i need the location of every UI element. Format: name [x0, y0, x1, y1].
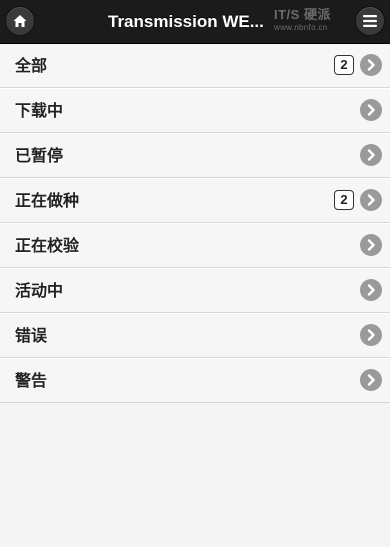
menu-button[interactable]: [355, 6, 385, 36]
list-item-label: 警告: [15, 371, 48, 390]
count-badge: 2: [334, 190, 354, 210]
list-item-warning[interactable]: 警告: [0, 358, 390, 403]
list-item-downloading[interactable]: 下载中: [0, 88, 390, 133]
list-item-all[interactable]: 全部 2: [0, 44, 390, 88]
chevron-right-icon: [360, 324, 382, 346]
list-item-seeding[interactable]: 正在做种 2: [0, 178, 390, 223]
count-badge: 2: [334, 55, 354, 75]
list-item-error[interactable]: 错误: [0, 313, 390, 358]
list-item-verifying[interactable]: 正在校验: [0, 223, 390, 268]
watermark-line2: www.nbnfo.cn: [274, 23, 328, 32]
list-item-label: 下载中: [15, 101, 64, 120]
home-button[interactable]: [5, 6, 35, 36]
chevron-right-icon: [360, 369, 382, 391]
chevron-right-icon: [360, 99, 382, 121]
list-item-label: 活动中: [15, 281, 64, 300]
list-item-label: 全部: [15, 56, 48, 75]
chevron-right-icon: [360, 234, 382, 256]
chevron-right-icon: [360, 279, 382, 301]
list-item-active[interactable]: 活动中: [0, 268, 390, 313]
watermark-line1: IT/S 硬派: [274, 7, 331, 22]
list-item-paused[interactable]: 已暂停: [0, 133, 390, 178]
page-title: Transmission WE...: [108, 12, 264, 31]
chevron-right-icon: [360, 144, 382, 166]
watermark: IT/S 硬派 www.nbnfo.cn: [274, 8, 354, 38]
list-item-label: 正在做种: [15, 191, 80, 210]
chevron-right-icon: [360, 54, 382, 76]
chevron-right-icon: [360, 189, 382, 211]
list-item-label: 已暂停: [15, 146, 64, 165]
home-icon: [12, 13, 28, 29]
header-bar: Transmission WE... IT/S 硬派 www.nbnfo.cn: [0, 0, 390, 44]
filter-list: 全部 2 下载中 已暂停 正在做种 2 正在校验 活动中 错误 警告: [0, 44, 390, 403]
list-item-label: 正在校验: [15, 236, 80, 255]
list-item-label: 错误: [15, 326, 48, 345]
menu-icon: [363, 15, 377, 27]
